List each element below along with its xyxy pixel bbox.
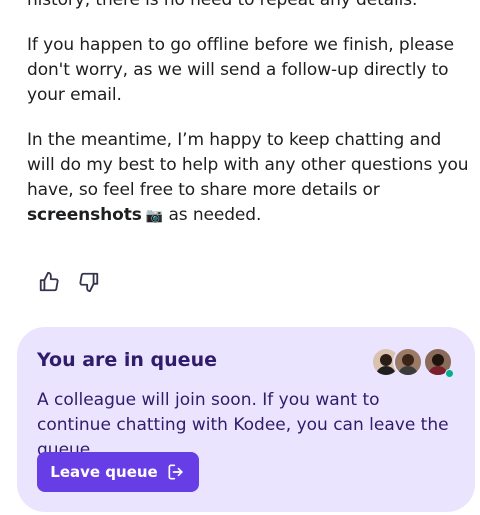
avatar-face [432, 354, 444, 366]
avatar [393, 347, 423, 377]
message-bold-text: screenshots [27, 205, 142, 225]
avatar-face [380, 354, 392, 366]
chat-view: history, there is no need to repeat any … [0, 0, 480, 515]
leave-queue-label: Leave queue [50, 463, 158, 481]
message-text: In the meantime, I’m happy to keep chatt… [27, 130, 469, 200]
avatar-face [402, 354, 414, 366]
online-status-dot [445, 369, 454, 378]
thumbs-down-button[interactable] [78, 271, 100, 293]
leave-queue-button[interactable]: Leave queue [37, 452, 199, 492]
camera-icon: 📷 [145, 208, 164, 224]
avatar-body [376, 366, 396, 375]
message-paragraph: history, there is no need to repeat any … [27, 0, 418, 10]
thumbs-up-button[interactable] [38, 271, 60, 293]
message-paragraph: In the meantime, I’m happy to keep chatt… [27, 128, 472, 229]
message-feedback [38, 271, 100, 293]
agent-avatars [371, 347, 454, 378]
thumbs-up-icon [39, 271, 59, 292]
avatar-with-status [423, 347, 454, 378]
exit-icon [168, 464, 183, 480]
message-text: as needed. [163, 205, 262, 225]
thumbs-down-icon [79, 272, 99, 293]
queue-card: You are in queue A colleague will join s… [17, 327, 475, 512]
assistant-message: history, there is no need to repeat any … [27, 0, 472, 249]
avatar-body [398, 366, 418, 375]
queue-title: You are in queue [37, 349, 217, 371]
message-paragraph: If you happen to go offline before we fi… [27, 35, 455, 105]
